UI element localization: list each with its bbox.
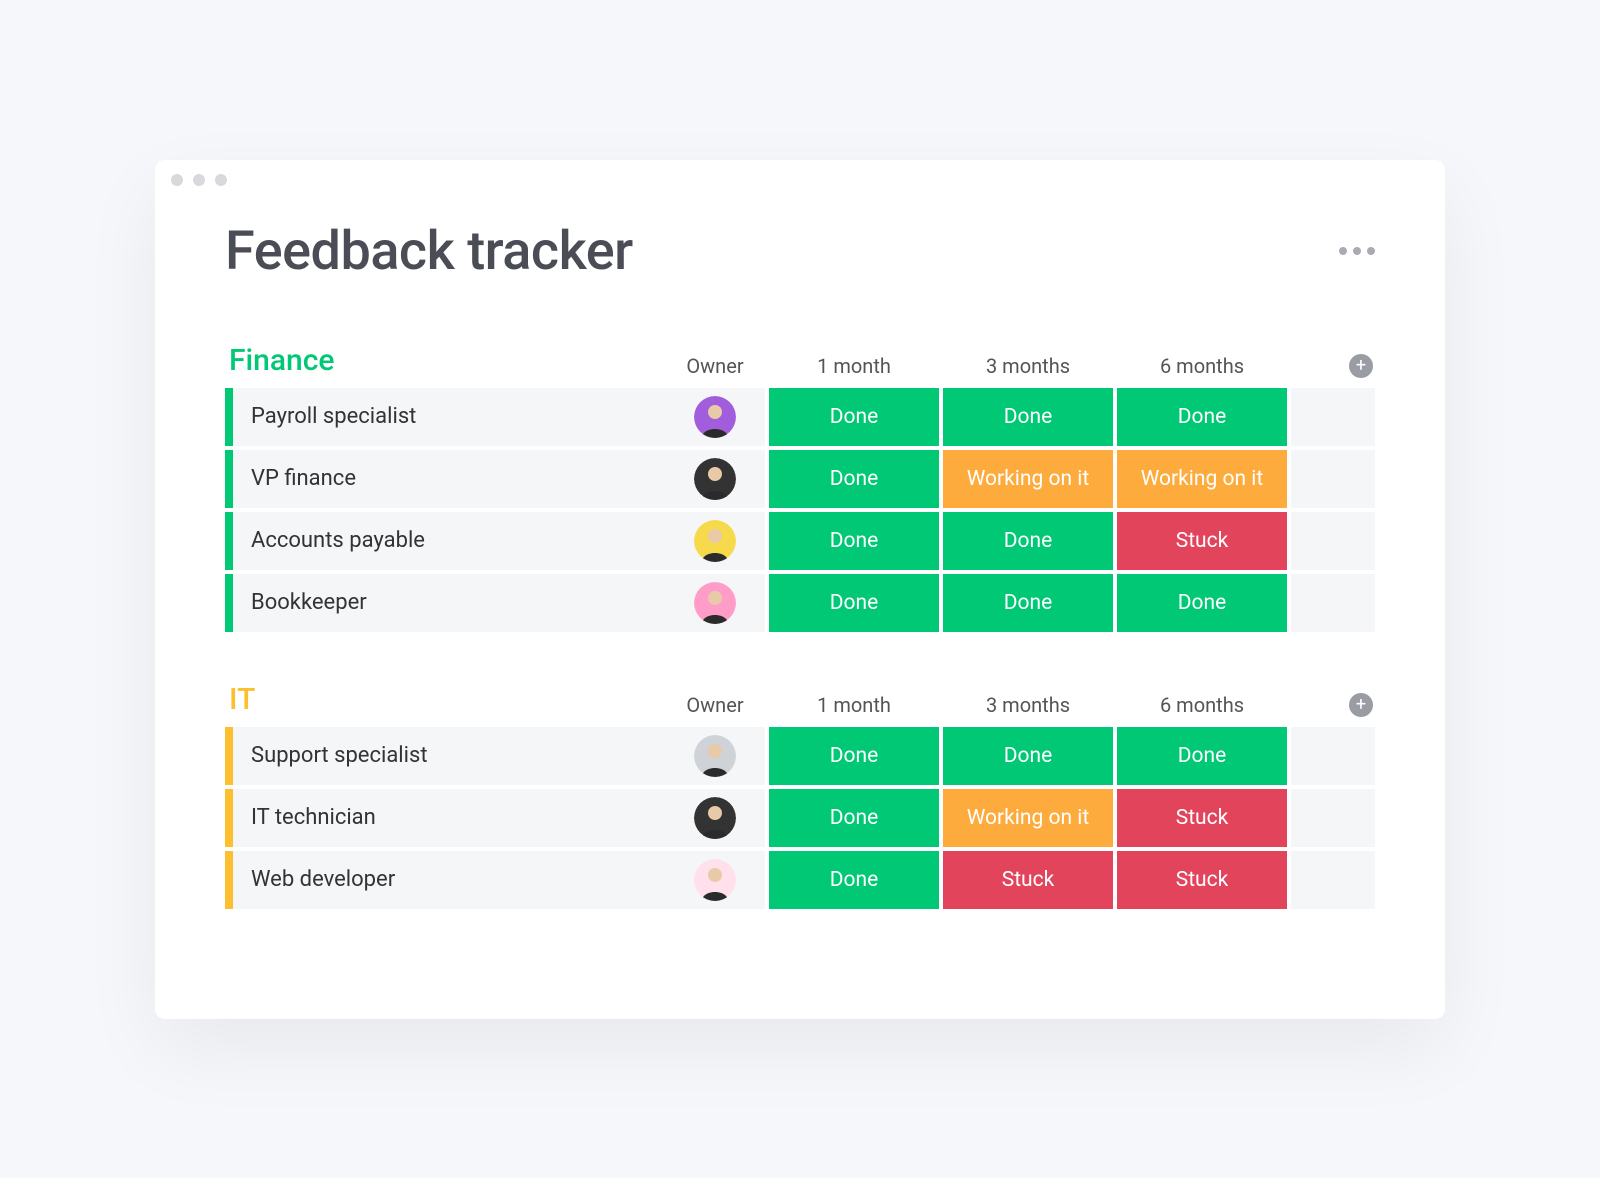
status-cell[interactable]: Stuck (943, 851, 1113, 909)
column-header-status[interactable]: 6 months (1117, 693, 1287, 717)
status-cell[interactable]: Done (1117, 388, 1287, 446)
owner-cell[interactable] (665, 574, 765, 632)
status-cell[interactable]: Stuck (1117, 789, 1287, 847)
add-column-button[interactable]: + (1349, 354, 1373, 378)
owner-cell[interactable] (665, 851, 765, 909)
row-accent (225, 450, 233, 508)
table-row[interactable]: BookkeeperDoneDoneDone (225, 574, 1375, 632)
row-accent (225, 851, 233, 909)
group-title[interactable]: Finance (225, 343, 665, 378)
column-header-status[interactable]: 1 month (769, 354, 939, 378)
traffic-light-zoom[interactable] (215, 174, 227, 186)
row-title[interactable]: VP finance (233, 450, 665, 508)
avatar (694, 735, 736, 777)
status-cell[interactable]: Done (769, 574, 939, 632)
status-cell[interactable]: Done (769, 512, 939, 570)
status-cell[interactable]: Done (769, 450, 939, 508)
status-cell[interactable]: Done (943, 574, 1113, 632)
group-header: FinanceOwner1 month3 months6 months + (225, 343, 1375, 378)
avatar (694, 582, 736, 624)
dots-icon (1353, 247, 1361, 255)
app-window: Feedback tracker FinanceOwner1 month3 mo… (155, 160, 1445, 1019)
row-title[interactable]: Support specialist (233, 727, 665, 785)
traffic-light-close[interactable] (171, 174, 183, 186)
status-cell[interactable]: Done (1117, 574, 1287, 632)
add-column-area: + (1287, 354, 1375, 378)
dots-icon (1367, 247, 1375, 255)
status-cell[interactable]: Stuck (1117, 512, 1287, 570)
status-cell[interactable]: Working on it (1117, 450, 1287, 508)
row-accent (225, 574, 233, 632)
status-cell[interactable]: Done (769, 388, 939, 446)
table-row[interactable]: Support specialistDoneDoneDone (225, 727, 1375, 785)
trailing-cell (1291, 789, 1375, 847)
board-menu-button[interactable] (1339, 247, 1375, 255)
trailing-cell (1291, 851, 1375, 909)
avatar (694, 396, 736, 438)
row-title[interactable]: Bookkeeper (233, 574, 665, 632)
owner-cell[interactable] (665, 789, 765, 847)
column-header-owner[interactable]: Owner (665, 693, 765, 717)
owner-cell[interactable] (665, 727, 765, 785)
trailing-cell (1291, 727, 1375, 785)
owner-cell[interactable] (665, 450, 765, 508)
status-cell[interactable]: Done (769, 727, 939, 785)
row-accent (225, 388, 233, 446)
group-header: ITOwner1 month3 months6 months + (225, 682, 1375, 717)
trailing-cell (1291, 512, 1375, 570)
status-cell[interactable]: Done (943, 388, 1113, 446)
status-cell[interactable]: Done (769, 851, 939, 909)
trailing-cell (1291, 388, 1375, 446)
avatar (694, 458, 736, 500)
row-title[interactable]: Accounts payable (233, 512, 665, 570)
add-column-button[interactable]: + (1349, 693, 1373, 717)
group: FinanceOwner1 month3 months6 months + Payr… (225, 343, 1375, 632)
table-row[interactable]: Web developerDoneStuckStuck (225, 851, 1375, 909)
trailing-cell (1291, 574, 1375, 632)
table-row[interactable]: Accounts payableDoneDoneStuck (225, 512, 1375, 570)
status-cell[interactable]: Done (1117, 727, 1287, 785)
avatar (694, 859, 736, 901)
row-title[interactable]: Web developer (233, 851, 665, 909)
status-cell[interactable]: Stuck (1117, 851, 1287, 909)
column-header-status[interactable]: 3 months (943, 354, 1113, 378)
add-column-area: + (1287, 693, 1375, 717)
table-row[interactable]: Payroll specialistDoneDoneDone (225, 388, 1375, 446)
dots-icon (1339, 247, 1347, 255)
owner-cell[interactable] (665, 512, 765, 570)
status-cell[interactable]: Working on it (943, 789, 1113, 847)
column-header-status[interactable]: 3 months (943, 693, 1113, 717)
group-title[interactable]: IT (225, 682, 665, 717)
row-title[interactable]: Payroll specialist (233, 388, 665, 446)
avatar (694, 520, 736, 562)
column-header-status[interactable]: 6 months (1117, 354, 1287, 378)
row-accent (225, 727, 233, 785)
trailing-cell (1291, 450, 1375, 508)
column-header-owner[interactable]: Owner (665, 354, 765, 378)
table-row[interactable]: VP financeDoneWorking on itWorking on it (225, 450, 1375, 508)
board-title: Feedback tracker (225, 220, 633, 283)
status-cell[interactable]: Working on it (943, 450, 1113, 508)
status-cell[interactable]: Done (769, 789, 939, 847)
traffic-light-minimize[interactable] (193, 174, 205, 186)
row-accent (225, 512, 233, 570)
status-cell[interactable]: Done (943, 727, 1113, 785)
row-title[interactable]: IT technician (233, 789, 665, 847)
status-cell[interactable]: Done (943, 512, 1113, 570)
group: ITOwner1 month3 months6 months + Support s… (225, 682, 1375, 909)
avatar (694, 797, 736, 839)
window-titlebar (155, 160, 1445, 200)
owner-cell[interactable] (665, 388, 765, 446)
board-header: Feedback tracker (225, 220, 1375, 283)
board-content: Feedback tracker FinanceOwner1 month3 mo… (155, 200, 1445, 909)
column-header-status[interactable]: 1 month (769, 693, 939, 717)
table-row[interactable]: IT technician DoneWorking on itStuck (225, 789, 1375, 847)
row-accent (225, 789, 233, 847)
